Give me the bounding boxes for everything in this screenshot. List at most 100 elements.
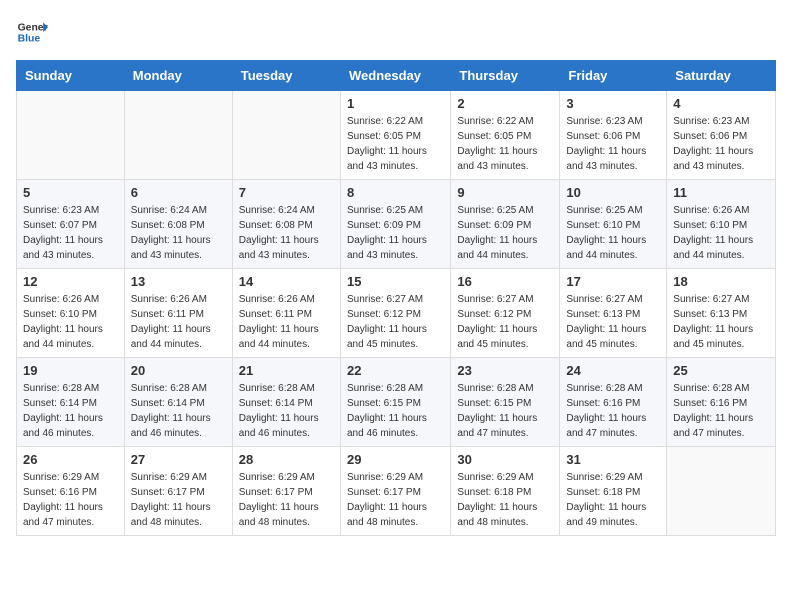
day-info: Sunrise: 6:29 AMSunset: 6:16 PMDaylight:… [23, 470, 118, 530]
day-number: 26 [23, 452, 118, 467]
weekday-header-saturday: Saturday [667, 61, 776, 91]
calendar-cell: 26 Sunrise: 6:29 AMSunset: 6:16 PMDayligh… [17, 447, 125, 536]
calendar-week-row: 12 Sunrise: 6:26 AMSunset: 6:10 PMDayligh… [17, 269, 776, 358]
day-number: 15 [347, 274, 444, 289]
calendar-cell: 14 Sunrise: 6:26 AMSunset: 6:11 PMDayligh… [232, 269, 340, 358]
day-info: Sunrise: 6:29 AMSunset: 6:18 PMDaylight:… [566, 470, 660, 530]
day-number: 4 [673, 96, 769, 111]
calendar-cell [232, 91, 340, 180]
day-info: Sunrise: 6:26 AMSunset: 6:11 PMDaylight:… [131, 292, 226, 352]
day-number: 2 [457, 96, 553, 111]
day-number: 9 [457, 185, 553, 200]
day-info: Sunrise: 6:28 AMSunset: 6:14 PMDaylight:… [131, 381, 226, 441]
day-info: Sunrise: 6:26 AMSunset: 6:10 PMDaylight:… [673, 203, 769, 263]
day-number: 10 [566, 185, 660, 200]
calendar-cell: 7Sunrise: 6:24 AMSunset: 6:08 PMDaylight… [232, 180, 340, 269]
day-number: 18 [673, 274, 769, 289]
day-number: 13 [131, 274, 226, 289]
weekday-header-tuesday: Tuesday [232, 61, 340, 91]
day-number: 21 [239, 363, 334, 378]
svg-text:Blue: Blue [18, 34, 41, 45]
day-info: Sunrise: 6:22 AMSunset: 6:05 PMDaylight:… [457, 114, 553, 174]
calendar-cell: 24 Sunrise: 6:28 AMSunset: 6:16 PMDayligh… [560, 358, 667, 447]
day-info: Sunrise: 6:27 AMSunset: 6:13 PMDaylight:… [673, 292, 769, 352]
day-info: Sunrise: 6:24 AMSunset: 6:08 PMDaylight:… [131, 203, 226, 263]
weekday-header-sunday: Sunday [17, 61, 125, 91]
day-number: 12 [23, 274, 118, 289]
day-number: 27 [131, 452, 226, 467]
day-info: Sunrise: 6:28 AMSunset: 6:14 PMDaylight:… [239, 381, 334, 441]
logo: General Blue [16, 16, 50, 48]
calendar-cell: 19 Sunrise: 6:28 AMSunset: 6:14 PMDayligh… [17, 358, 125, 447]
calendar-cell: 27 Sunrise: 6:29 AMSunset: 6:17 PMDayligh… [124, 447, 232, 536]
day-number: 17 [566, 274, 660, 289]
day-info: Sunrise: 6:28 AMSunset: 6:16 PMDaylight:… [673, 381, 769, 441]
day-info: Sunrise: 6:28 AMSunset: 6:14 PMDaylight:… [23, 381, 118, 441]
calendar-cell: 3 Sunrise: 6:23 AMSunset: 6:06 PMDaylight… [560, 91, 667, 180]
calendar-cell: 10 Sunrise: 6:25 AMSunset: 6:10 PMDayligh… [560, 180, 667, 269]
calendar-cell: 25 Sunrise: 6:28 AMSunset: 6:16 PMDayligh… [667, 358, 776, 447]
day-info: Sunrise: 6:23 AMSunset: 6:06 PMDaylight:… [566, 114, 660, 174]
day-info: Sunrise: 6:29 AMSunset: 6:18 PMDaylight:… [457, 470, 553, 530]
calendar-cell: 23 Sunrise: 6:28 AMSunset: 6:15 PMDayligh… [451, 358, 560, 447]
day-number: 11 [673, 185, 769, 200]
day-number: 16 [457, 274, 553, 289]
day-info: Sunrise: 6:27 AMSunset: 6:12 PMDaylight:… [347, 292, 444, 352]
day-number: 14 [239, 274, 334, 289]
calendar-cell: 12 Sunrise: 6:26 AMSunset: 6:10 PMDayligh… [17, 269, 125, 358]
weekday-header-row: SundayMondayTuesdayWednesdayThursdayFrid… [17, 61, 776, 91]
day-info: Sunrise: 6:28 AMSunset: 6:15 PMDaylight:… [457, 381, 553, 441]
calendar-cell: 9 Sunrise: 6:25 AMSunset: 6:09 PMDaylight… [451, 180, 560, 269]
calendar-cell [667, 447, 776, 536]
day-info: Sunrise: 6:27 AMSunset: 6:12 PMDaylight:… [457, 292, 553, 352]
calendar-cell: 21 Sunrise: 6:28 AMSunset: 6:14 PMDayligh… [232, 358, 340, 447]
day-number: 22 [347, 363, 444, 378]
day-info: Sunrise: 6:26 AMSunset: 6:11 PMDaylight:… [239, 292, 334, 352]
calendar-cell [124, 91, 232, 180]
calendar-cell [17, 91, 125, 180]
calendar-cell: 6Sunrise: 6:24 AMSunset: 6:08 PMDaylight… [124, 180, 232, 269]
day-info: Sunrise: 6:29 AMSunset: 6:17 PMDaylight:… [347, 470, 444, 530]
calendar-cell: 16 Sunrise: 6:27 AMSunset: 6:12 PMDayligh… [451, 269, 560, 358]
calendar-week-row: 19 Sunrise: 6:28 AMSunset: 6:14 PMDayligh… [17, 358, 776, 447]
day-number: 31 [566, 452, 660, 467]
day-info: Sunrise: 6:22 AMSunset: 6:05 PMDaylight:… [347, 114, 444, 174]
day-info: Sunrise: 6:29 AMSunset: 6:17 PMDaylight:… [131, 470, 226, 530]
day-number: 28 [239, 452, 334, 467]
day-info: Sunrise: 6:24 AMSunset: 6:08 PMDaylight:… [239, 203, 334, 263]
calendar-cell: 20Sunrise: 6:28 AMSunset: 6:14 PMDayligh… [124, 358, 232, 447]
calendar-cell: 30 Sunrise: 6:29 AMSunset: 6:18 PMDayligh… [451, 447, 560, 536]
day-number: 3 [566, 96, 660, 111]
calendar-table: SundayMondayTuesdayWednesdayThursdayFrid… [16, 60, 776, 536]
day-info: Sunrise: 6:23 AMSunset: 6:07 PMDaylight:… [23, 203, 118, 263]
calendar-cell: 1 Sunrise: 6:22 AMSunset: 6:05 PMDaylight… [340, 91, 450, 180]
calendar-cell: 2 Sunrise: 6:22 AMSunset: 6:05 PMDaylight… [451, 91, 560, 180]
day-info: Sunrise: 6:28 AMSunset: 6:15 PMDaylight:… [347, 381, 444, 441]
day-number: 19 [23, 363, 118, 378]
calendar-cell: 17Sunrise: 6:27 AMSunset: 6:13 PMDayligh… [560, 269, 667, 358]
calendar-cell: 31 Sunrise: 6:29 AMSunset: 6:18 PMDayligh… [560, 447, 667, 536]
weekday-header-thursday: Thursday [451, 61, 560, 91]
day-info: Sunrise: 6:28 AMSunset: 6:16 PMDaylight:… [566, 381, 660, 441]
calendar-cell: 4 Sunrise: 6:23 AMSunset: 6:06 PMDaylight… [667, 91, 776, 180]
weekday-header-wednesday: Wednesday [340, 61, 450, 91]
weekday-header-friday: Friday [560, 61, 667, 91]
day-number: 23 [457, 363, 553, 378]
calendar-cell: 5 Sunrise: 6:23 AMSunset: 6:07 PMDaylight… [17, 180, 125, 269]
day-number: 5 [23, 185, 118, 200]
day-info: Sunrise: 6:26 AMSunset: 6:10 PMDaylight:… [23, 292, 118, 352]
weekday-header-monday: Monday [124, 61, 232, 91]
day-number: 25 [673, 363, 769, 378]
day-info: Sunrise: 6:25 AMSunset: 6:10 PMDaylight:… [566, 203, 660, 263]
day-number: 30 [457, 452, 553, 467]
calendar-cell: 28 Sunrise: 6:29 AMSunset: 6:17 PMDayligh… [232, 447, 340, 536]
day-info: Sunrise: 6:25 AMSunset: 6:09 PMDaylight:… [457, 203, 553, 263]
calendar-cell: 29 Sunrise: 6:29 AMSunset: 6:17 PMDayligh… [340, 447, 450, 536]
day-number: 24 [566, 363, 660, 378]
generalblue-logo-icon: General Blue [16, 16, 48, 48]
day-number: 29 [347, 452, 444, 467]
day-info: Sunrise: 6:23 AMSunset: 6:06 PMDaylight:… [673, 114, 769, 174]
calendar-cell: 18 Sunrise: 6:27 AMSunset: 6:13 PMDayligh… [667, 269, 776, 358]
day-number: 1 [347, 96, 444, 111]
day-info: Sunrise: 6:29 AMSunset: 6:17 PMDaylight:… [239, 470, 334, 530]
